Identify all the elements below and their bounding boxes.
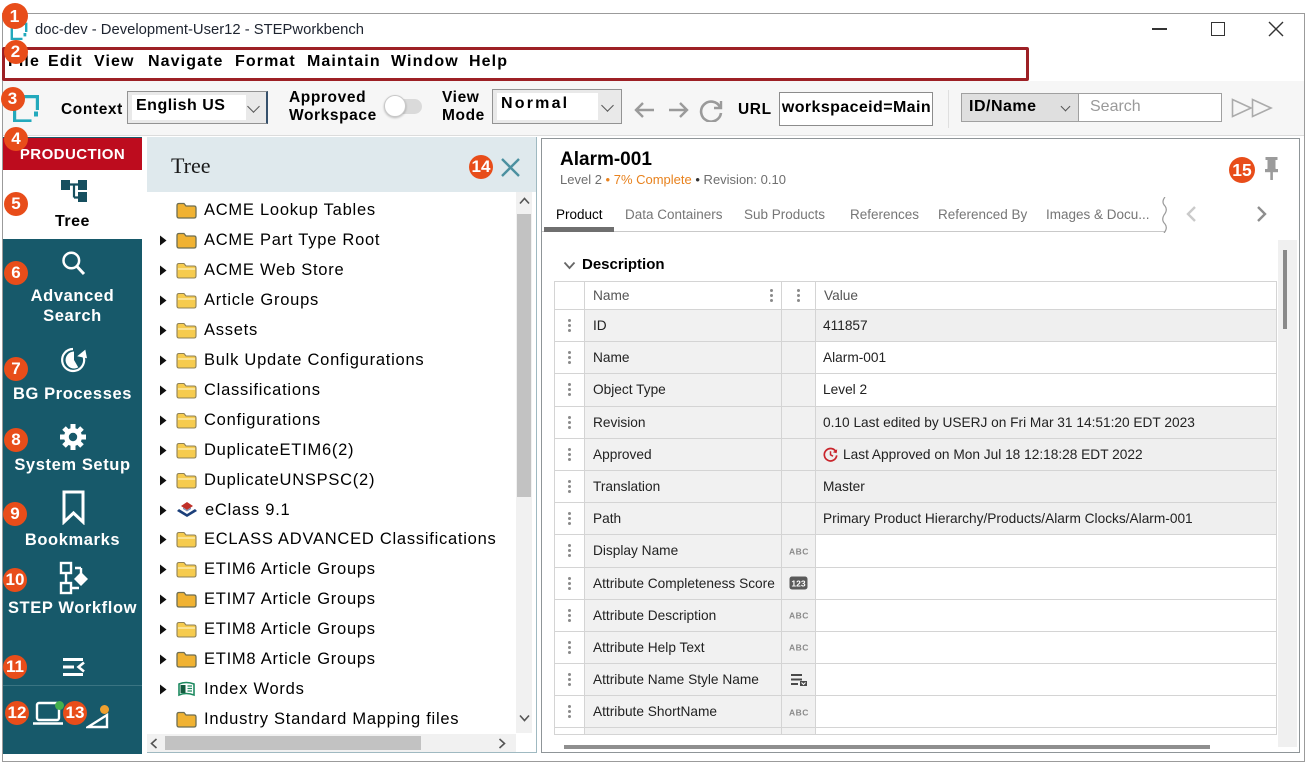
svg-text:ABC: ABC [789, 546, 809, 556]
svg-text:123: 123 [791, 579, 805, 589]
svg-text:ABC: ABC [789, 643, 809, 653]
svg-text:ABC: ABC [789, 707, 809, 717]
svg-text:ABC: ABC [789, 611, 809, 621]
